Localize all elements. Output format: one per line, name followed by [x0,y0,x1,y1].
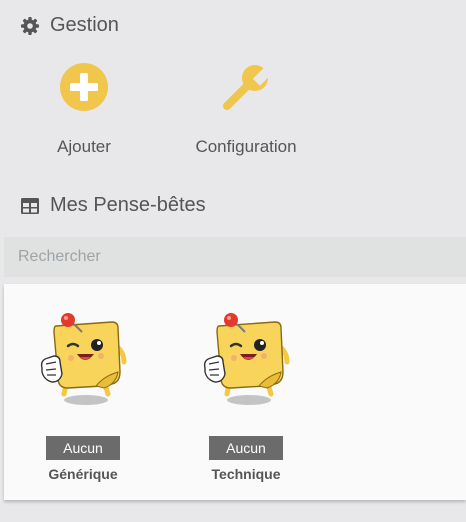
note-name: Générique [48,466,118,482]
gear-icon [20,16,40,36]
notes-header: Mes Pense-bêtes [20,194,206,217]
sticky-note-mascot-icon [201,312,291,408]
gestion-header: Gestion [20,14,119,37]
sticky-note-mascot-icon [38,312,128,408]
note-name: Technique [211,466,281,482]
status-badge: Aucun [46,436,120,460]
status-badge: Aucun [209,436,283,460]
note-card-technique[interactable]: Aucun Technique [196,312,296,482]
plus-circle-icon [59,62,109,112]
configuration-button[interactable]: Configuration [190,62,302,157]
notes-panel: Aucun Générique Aucun Technique [4,284,466,500]
gestion-title: Gestion [50,14,119,36]
table-icon [20,196,40,216]
note-card-generique[interactable]: Aucun Générique [33,312,133,482]
configuration-label: Configuration [195,137,297,156]
notes-title: Mes Pense-bêtes [50,194,206,216]
add-label: Ajouter [57,137,111,156]
search-input[interactable] [4,237,466,277]
add-button[interactable]: Ajouter [50,62,118,157]
wrench-icon [221,62,271,112]
